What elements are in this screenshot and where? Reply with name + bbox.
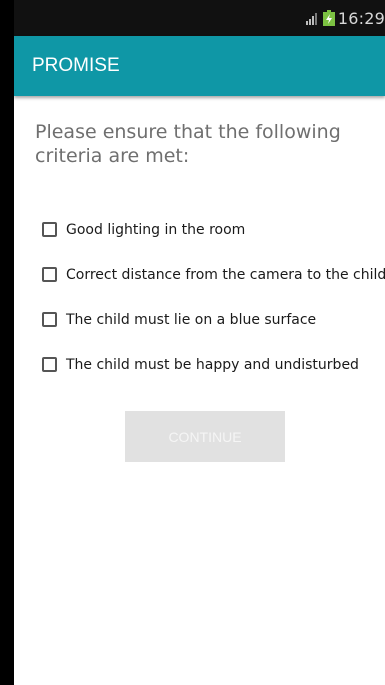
continue-button[interactable]: CONTINUE xyxy=(125,411,285,462)
status-bar-right: 16:29 xyxy=(305,0,385,36)
app-title: PROMISE xyxy=(32,55,120,76)
status-bar: 16:29 xyxy=(14,0,385,36)
criteria-list: Good lighting in the room Correct distan… xyxy=(42,218,385,398)
criteria-heading: Please ensure that the following criteri… xyxy=(35,121,341,167)
criterion-label: Correct distance from the camera to the … xyxy=(66,266,385,283)
criterion-happy-child[interactable]: The child must be happy and undisturbed xyxy=(42,353,385,376)
battery-charging-icon xyxy=(322,10,335,26)
criterion-distance[interactable]: Correct distance from the camera to the … xyxy=(42,263,385,286)
criterion-label: The child must be happy and undisturbed xyxy=(66,356,359,373)
criterion-blue-surface[interactable]: The child must lie on a blue surface xyxy=(42,308,385,331)
signal-icon xyxy=(305,13,317,25)
checkbox[interactable] xyxy=(42,357,57,372)
status-bar-time: 16:29 xyxy=(337,8,385,28)
checkbox[interactable] xyxy=(42,312,57,327)
criterion-label: Good lighting in the room xyxy=(66,221,246,238)
checkbox[interactable] xyxy=(42,267,57,282)
criterion-label: The child must lie on a blue surface xyxy=(66,311,317,328)
criterion-lighting[interactable]: Good lighting in the room xyxy=(42,218,385,241)
app-bar: PROMISE xyxy=(14,36,385,96)
checkbox[interactable] xyxy=(42,222,57,237)
phone-screen: 16:29 PROMISE Please ensure that the fol… xyxy=(14,0,385,685)
